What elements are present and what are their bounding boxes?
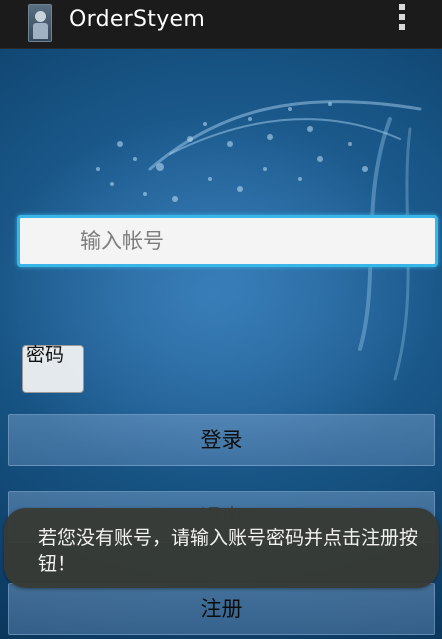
- account-input[interactable]: [17, 215, 438, 267]
- password-label: 密码: [26, 344, 65, 366]
- action-bar: OrderStyem: [0, 0, 442, 49]
- login-button[interactable]: 登录: [8, 414, 435, 466]
- app-title: OrderStyem: [69, 7, 206, 32]
- toast-message: 若您没有账号，请输入账号密码并点击注册按钮！: [4, 508, 439, 588]
- register-button[interactable]: 注册: [8, 583, 435, 635]
- app-avatar-icon[interactable]: [28, 4, 52, 42]
- overflow-menu-icon[interactable]: [398, 4, 406, 34]
